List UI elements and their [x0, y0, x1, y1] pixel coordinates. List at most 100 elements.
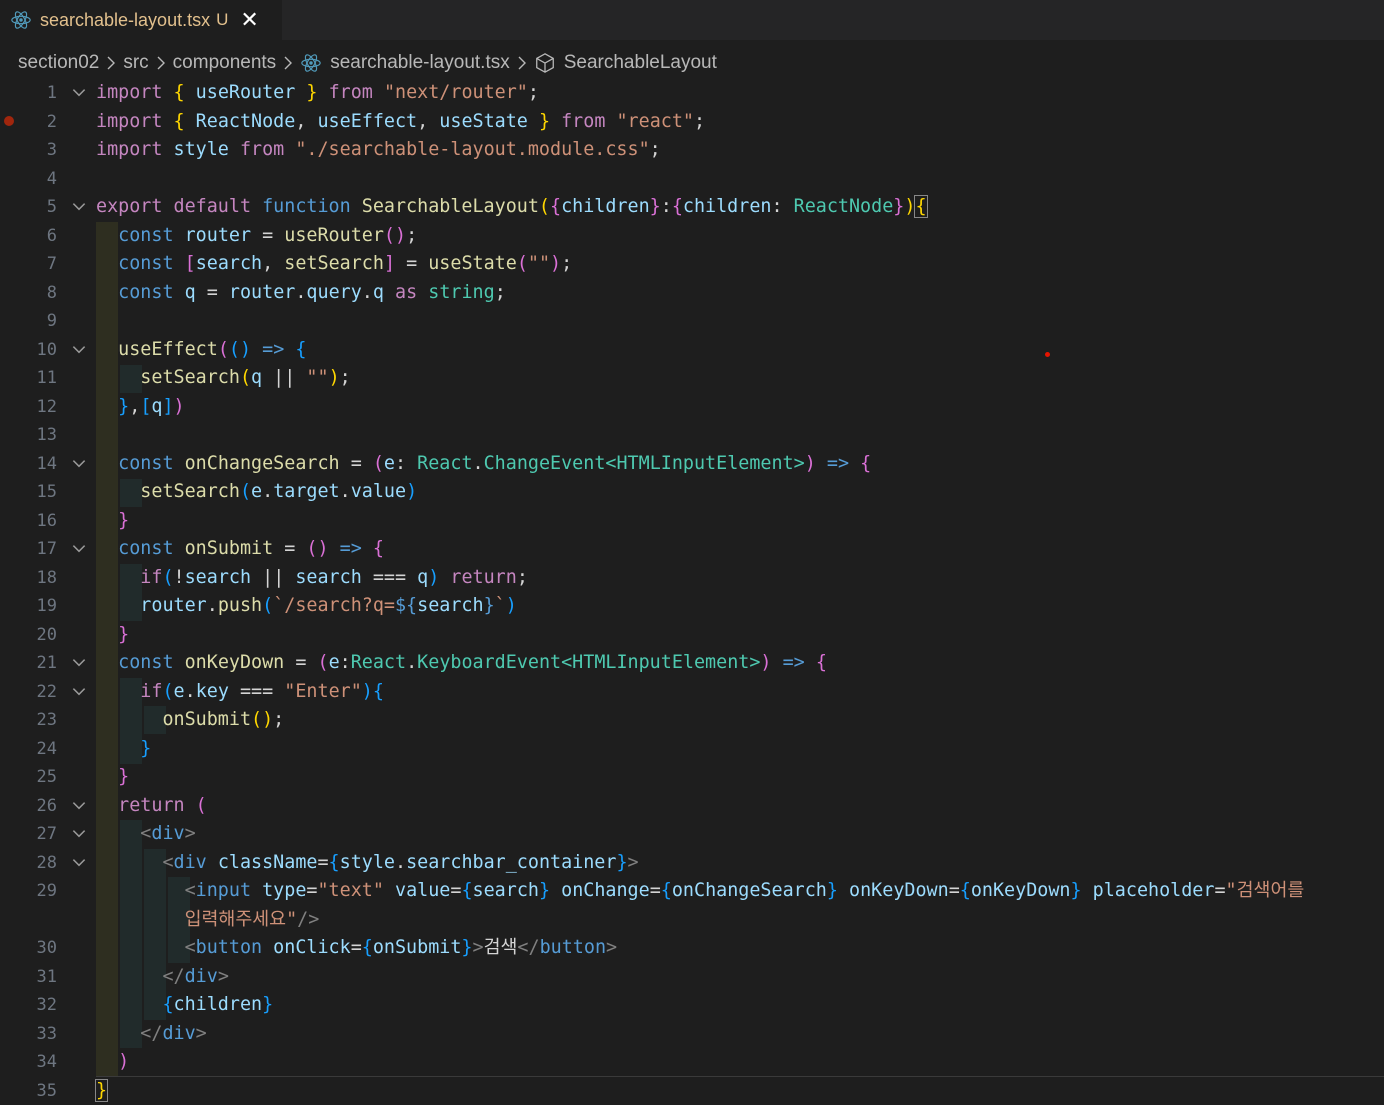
- breadcrumb-src[interactable]: src: [123, 52, 148, 74]
- code-text: <button onClick={onSubmit}>검색</button>: [184, 937, 618, 958]
- code-line[interactable]: 18 if(!search || search === q) return;: [0, 564, 1384, 593]
- code-line[interactable]: 33 </div>: [0, 1020, 1384, 1049]
- code-line[interactable]: 32 {children}: [0, 991, 1384, 1020]
- breadcrumb-components[interactable]: components: [173, 52, 277, 74]
- code-line[interactable]: 입력해주세요"/>: [0, 906, 1384, 935]
- code-text: }: [140, 737, 152, 759]
- chevron-down-icon[interactable]: [70, 198, 88, 216]
- code-text: const router = useRouter();: [118, 224, 418, 246]
- breadcrumb-symbol[interactable]: SearchableLayout: [564, 52, 717, 74]
- line-number: 7: [46, 254, 57, 274]
- chevron-down-icon[interactable]: [70, 654, 88, 672]
- code-line[interactable]: 5 export default function SearchableLayou…: [0, 193, 1384, 222]
- breadcrumb-section02[interactable]: section02: [18, 52, 99, 74]
- react-icon: [11, 11, 31, 29]
- code-text: </div>: [162, 965, 229, 987]
- react-icon: [301, 54, 321, 72]
- line-number: 23: [36, 710, 57, 730]
- line-number: 14: [36, 453, 57, 474]
- line-number: 9: [46, 311, 57, 331]
- chevron-down-icon[interactable]: [70, 540, 88, 558]
- code-text: }: [118, 623, 130, 645]
- line-number: 34: [36, 1052, 57, 1072]
- chevron-down-icon[interactable]: [70, 797, 88, 815]
- code-text: onSubmit();: [162, 709, 285, 730]
- code-editor[interactable]: 1 import { useRouter } from "next/router"…: [0, 79, 1384, 1105]
- code-text: if(!search || search === q) return;: [140, 566, 528, 588]
- chevron-down-icon[interactable]: [70, 455, 88, 473]
- line-number: 22: [36, 681, 57, 702]
- line-number: 8: [46, 282, 57, 303]
- code-text: {children}: [162, 994, 274, 1015]
- code-text: import { ReactNode, useEffect, useState …: [96, 110, 706, 132]
- code-text: }: [94, 1078, 109, 1102]
- code-text: const q = router.query.q as string;: [118, 281, 506, 303]
- code-line[interactable]: 6 const router = useRouter();: [0, 222, 1384, 251]
- line-number: 28: [36, 852, 57, 873]
- code-line[interactable]: 28 <div className={style.searchbar_conta…: [0, 849, 1384, 878]
- code-line[interactable]: 23 onSubmit();: [0, 706, 1384, 735]
- code-line[interactable]: 16 }: [0, 507, 1384, 536]
- code-text: setSearch(e.target.value): [140, 481, 418, 502]
- code-line[interactable]: 25 }: [0, 763, 1384, 792]
- code-text: <div className={style.searchbar_containe…: [162, 851, 639, 873]
- chevron-right-icon: [284, 56, 293, 70]
- code-text: </div>: [140, 1022, 207, 1044]
- code-line[interactable]: 26 return (: [0, 792, 1384, 821]
- code-line[interactable]: 31 </div>: [0, 963, 1384, 992]
- code-text: const onChangeSearch = (e: React.ChangeE…: [118, 452, 872, 474]
- code-line[interactable]: 34 ): [0, 1048, 1384, 1077]
- code-line[interactable]: 30 <button onClick={onSubmit}>검색</button…: [0, 934, 1384, 963]
- code-line[interactable]: 15 setSearch(e.target.value): [0, 478, 1384, 507]
- code-line[interactable]: 29 <input type="text" value={search} onC…: [0, 877, 1384, 906]
- code-line[interactable]: 20 }: [0, 621, 1384, 650]
- code-line[interactable]: 12 },[q]): [0, 393, 1384, 422]
- code-line[interactable]: 1 import { useRouter } from "next/router"…: [0, 79, 1384, 108]
- code-line[interactable]: 2 import { ReactNode, useEffect, useState…: [0, 108, 1384, 137]
- line-number: 29: [36, 881, 57, 901]
- code-line[interactable]: 22 if(e.key === "Enter"){: [0, 678, 1384, 707]
- breadcrumb: section02 src components searchable-layo…: [0, 45, 1384, 81]
- chevron-down-icon[interactable]: [70, 683, 88, 701]
- line-number: 35: [36, 1080, 57, 1101]
- line-number: 16: [36, 510, 57, 531]
- code-text: import style from "./searchable-layout.m…: [96, 139, 661, 160]
- chevron-down-icon[interactable]: [70, 84, 88, 102]
- line-number: 33: [36, 1023, 57, 1044]
- code-line[interactable]: 35}: [0, 1077, 1384, 1105]
- code-text: const [search, setSearch] = useState("")…: [118, 253, 573, 274]
- line-number: 13: [36, 425, 57, 445]
- line-number: 5: [46, 197, 57, 217]
- code-line[interactable]: 17 const onSubmit = () => {: [0, 535, 1384, 564]
- code-line[interactable]: 21 const onKeyDown = (e:React.KeyboardEv…: [0, 649, 1384, 678]
- line-number: 17: [36, 539, 57, 559]
- code-line[interactable]: 24 }: [0, 735, 1384, 764]
- symbol-class-icon: [535, 53, 554, 73]
- code-line[interactable]: 8 const q = router.query.q as string;: [0, 279, 1384, 308]
- git-status-badge: U: [216, 10, 229, 29]
- code-line[interactable]: 13: [0, 421, 1384, 450]
- code-line[interactable]: 7 const [search, setSearch] = useState("…: [0, 250, 1384, 279]
- breadcrumb-file[interactable]: searchable-layout.tsx: [330, 52, 510, 74]
- tab-searchable-layout[interactable]: searchable-layout.tsx U ✕: [0, 0, 282, 40]
- code-line[interactable]: 9: [0, 307, 1384, 336]
- line-number: 18: [36, 567, 57, 588]
- line-number: 3: [46, 140, 57, 160]
- code-text: import { useRouter } from "next/router";: [96, 82, 539, 103]
- code-line[interactable]: 11 setSearch(q || "");: [0, 364, 1384, 393]
- chevron-down-icon[interactable]: [70, 854, 88, 872]
- code-text: return (: [118, 794, 207, 816]
- line-number: 31: [36, 966, 57, 987]
- code-text: ): [118, 1051, 130, 1072]
- code-line[interactable]: 14 const onChangeSearch = (e: React.Chan…: [0, 450, 1384, 479]
- chevron-down-icon[interactable]: [70, 341, 88, 359]
- close-icon[interactable]: ✕: [240, 9, 258, 31]
- code-line[interactable]: 10 useEffect(() => {: [0, 336, 1384, 365]
- chevron-down-icon[interactable]: [70, 825, 88, 843]
- code-line[interactable]: 4: [0, 165, 1384, 194]
- code-line[interactable]: 27 <div>: [0, 820, 1384, 849]
- code-text: 입력해주세요"/>: [184, 908, 320, 930]
- code-line[interactable]: 3 import style from "./searchable-layout.…: [0, 136, 1384, 165]
- line-number: 1: [46, 83, 57, 103]
- code-line[interactable]: 19 router.push(`/search?q=${search}`): [0, 592, 1384, 621]
